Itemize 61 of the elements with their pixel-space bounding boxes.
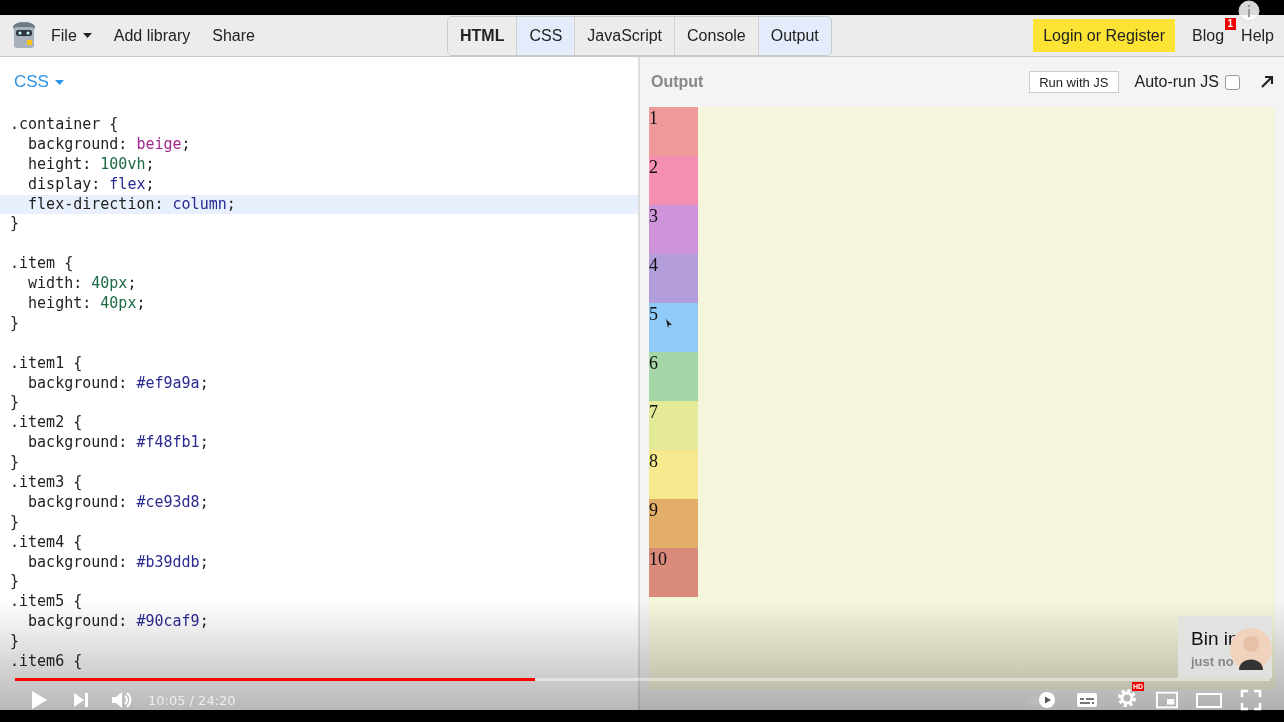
code-line: } [9, 632, 21, 653]
code-line: .item4 { [9, 532, 84, 553]
flex-item: 3 [649, 205, 698, 254]
blog-link[interactable]: Blog [1192, 26, 1225, 44]
menu-item[interactable]: Add library [113, 26, 191, 45]
fullscreen-icon[interactable] [1240, 689, 1262, 711]
miniplayer-icon[interactable] [1156, 689, 1178, 711]
auto-run-checkbox[interactable] [1225, 74, 1240, 90]
menu-item[interactable]: File [51, 26, 92, 45]
progress-bar[interactable] [15, 678, 1270, 681]
trash-bin-logo-icon[interactable] [11, 20, 37, 51]
login-button[interactable]: Login or Register [1033, 19, 1176, 52]
settings-icon[interactable] [1116, 687, 1138, 709]
code-line: height: 100vh; [27, 154, 156, 175]
info-icon[interactable] [1238, 0, 1261, 22]
caret-icon [54, 79, 64, 85]
code-line: height: 40px; [27, 294, 147, 314]
code-line: .item2 { [9, 413, 84, 434]
code-line: } [9, 214, 21, 235]
flex-item: 4 [649, 254, 698, 303]
expand-icon[interactable] [1260, 75, 1274, 89]
flex-item: 6 [649, 352, 698, 401]
code-line: background: #b39ddb; [27, 552, 210, 573]
code-line: .item { [9, 254, 75, 275]
volume-icon[interactable] [110, 689, 132, 711]
code-line: } [9, 453, 21, 474]
output-title: Output [651, 73, 705, 91]
flex-item: 5 [649, 303, 698, 352]
mouse-cursor-icon [666, 319, 672, 328]
run-button[interactable]: Run with JS [1029, 71, 1119, 93]
code-line: .item1 { [9, 353, 84, 374]
code-line: background: #ce93d8; [27, 492, 210, 513]
notification-badge: 1 [1224, 17, 1237, 30]
flex-item: 8 [649, 450, 698, 499]
flex-item: 1 [649, 107, 698, 156]
caret-icon [82, 33, 92, 38]
code-line: .item3 { [9, 473, 84, 493]
code-line: .container { [9, 115, 120, 135]
code-line: } [9, 313, 21, 334]
checkbox-label: Auto-run JS [1134, 73, 1219, 91]
panel-tab[interactable]: Output [757, 17, 831, 55]
panel-tab[interactable]: CSS [516, 17, 575, 55]
code-line: background: beige; [27, 134, 192, 155]
flex-item: 2 [649, 156, 698, 205]
menu-item[interactable]: Share [212, 26, 255, 45]
code-line: background: #ef9a9a; [27, 373, 210, 394]
flex-item: 9 [649, 499, 698, 548]
autoplay-toggle[interactable] [1026, 691, 1056, 709]
notification-time: just no [1191, 654, 1234, 669]
code-line: } [9, 572, 21, 593]
code-line: .item5 { [9, 592, 84, 613]
code-line: background: #f48fb1; [27, 433, 210, 454]
code-line: } [9, 393, 21, 414]
code-line: } [9, 512, 21, 533]
code-line: width: 40px; [27, 274, 138, 294]
help-link[interactable]: Help [1241, 26, 1274, 44]
flex-item: 10 [649, 548, 698, 597]
flex-item: 7 [649, 401, 698, 450]
code-line: display: flex; [27, 174, 156, 195]
code-line: .item6 { [9, 652, 84, 672]
code-line: background: #90caf9; [27, 612, 210, 633]
